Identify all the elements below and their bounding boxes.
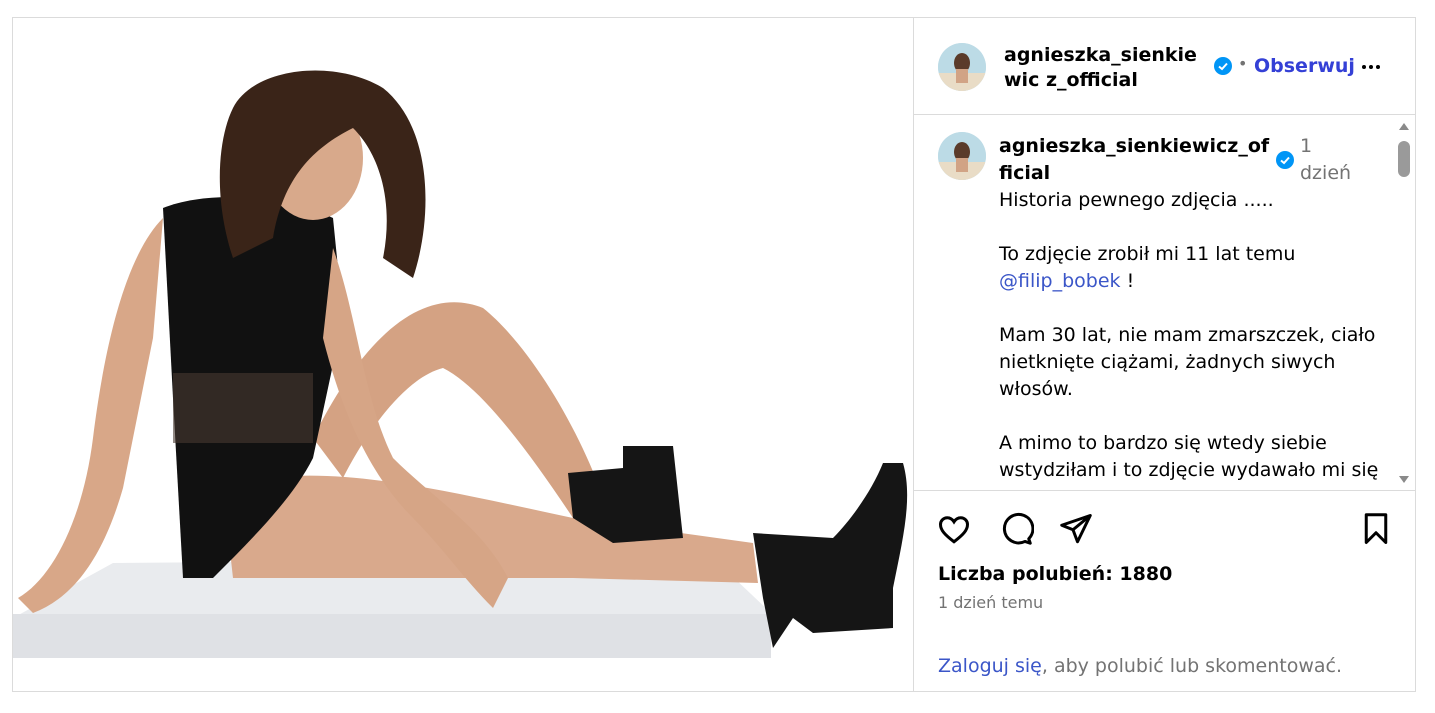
post-timestamp: 1 dzień temu [938,593,1044,612]
caption-text: To zdjęcie zrobił mi 11 lat temu [999,243,1296,265]
mention-link[interactable]: @filip_bobek [999,270,1121,292]
separator-dot: • [1238,54,1248,73]
post-sidebar: agnieszka_sienkiewic z_official • Obserw… [913,18,1416,691]
login-prompt: Zaloguj się, aby polubić lub skomentować… [938,655,1342,677]
caption-line: To zdjęcie zrobił mi 11 lat temu @filip_… [999,241,1389,295]
comment-time: 1 dzień [1300,135,1352,184]
verified-badge-icon [1276,151,1294,169]
share-icon[interactable] [1058,511,1094,547]
likes-count[interactable]: Liczba polubień: 1880 [938,563,1172,585]
avatar[interactable] [938,43,986,91]
caption-line: A mimo to bardzo się wtedy siebie wstydz… [999,432,1379,481]
caption-line: Historia pewnego zdjęcia ..... [999,189,1274,211]
scrollbar[interactable] [1398,123,1410,483]
comment-icon[interactable] [998,511,1035,547]
post-header: agnieszka_sienkiewic z_official • Obserw… [914,18,1416,115]
comment-username[interactable]: agnieszka_sienkiewicz_official [999,133,1275,187]
caption-line: Mam 30 lat, nie mam zmarszczek, ciało ni… [999,324,1376,400]
scroll-up-arrow-icon[interactable] [1399,123,1409,130]
verified-badge-icon [1214,57,1232,75]
comments-panel[interactable]: agnieszka_sienkiewicz_official 1 dzień H… [914,115,1416,491]
scroll-thumb[interactable] [1398,141,1410,177]
instagram-embed: agnieszka_sienkiewic z_official • Obserw… [12,17,1416,692]
more-options-icon[interactable] [1362,54,1390,78]
post-actions: Liczba polubień: 1880 1 dzień temu Zalog… [914,491,1416,691]
post-caption: Historia pewnego zdjęcia ..... To zdjęci… [999,187,1389,490]
bookmark-icon[interactable] [1358,511,1394,547]
header-username[interactable]: agnieszka_sienkiewic z_official [1004,43,1214,93]
post-photo[interactable] [13,18,913,691]
login-suffix: , aby polubić lub skomentować. [1041,655,1343,677]
heart-icon[interactable] [936,511,972,547]
caption-text: ! [1120,270,1135,292]
avatar[interactable] [938,132,986,180]
scroll-down-arrow-icon[interactable] [1399,476,1409,483]
photo-illustration [13,18,913,691]
follow-button[interactable]: Obserwuj [1254,55,1355,77]
login-link[interactable]: Zaloguj się [938,655,1042,677]
